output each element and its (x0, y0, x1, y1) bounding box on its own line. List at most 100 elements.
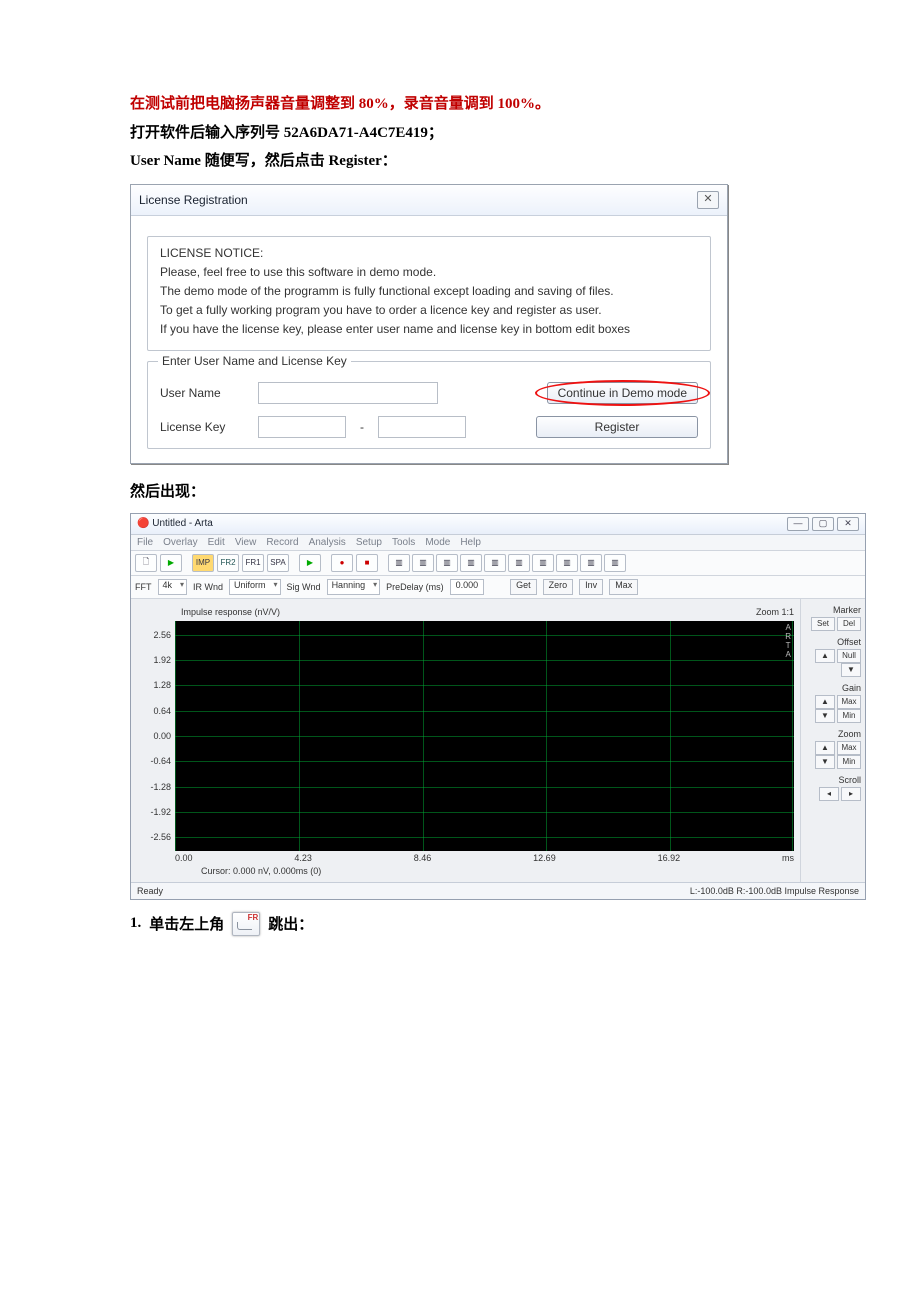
continue-demo-button[interactable]: Continue in Demo mode (547, 382, 698, 404)
scroll-label: Scroll (805, 775, 861, 785)
get-button[interactable]: Get (510, 579, 537, 595)
arta-window: 🔴 Untitled - Arta — ▢ ✕ File Overlay Edi… (130, 513, 866, 900)
tool-icon[interactable]: ▥ (412, 554, 434, 572)
notice-heading: LICENSE NOTICE: (160, 245, 698, 261)
close-icon[interactable]: ✕ (697, 191, 719, 209)
intro-line2a: 打开软件后输入序列号 (130, 125, 284, 141)
sigwnd-label: Sig Wnd (287, 582, 321, 592)
gain-down-icon[interactable]: ▼ (815, 709, 835, 723)
marker-label: Marker (805, 605, 861, 615)
tool-icon[interactable]: ▥ (604, 554, 626, 572)
intro-line3: User Name 随便写，然后点击 Register： (130, 147, 790, 176)
y-tick: -0.64 (150, 756, 171, 766)
intro-line1c: ，录音音量调到 (389, 96, 498, 112)
zero-button[interactable]: Zero (543, 579, 574, 595)
user-name-input[interactable] (258, 382, 438, 404)
status-ready: Ready (137, 886, 163, 896)
gain-up-icon[interactable]: ▲ (815, 695, 835, 709)
serial-number: 52A6DA71-A4C7E419 (284, 125, 428, 141)
offset-down-icon[interactable]: ▼ (841, 663, 861, 677)
toolbar-1: 🗋 ▶ IMP FR2 FR1 SPA ▶ ● ■ ▥ ▥ ▥ ▥ ▥ ▥ ▥ … (131, 551, 865, 576)
license-notice-group: LICENSE NOTICE: Please, feel free to use… (147, 236, 711, 352)
y-tick: -2.56 (150, 832, 171, 842)
tool-icon[interactable]: ▥ (580, 554, 602, 572)
gain-min-button[interactable]: Min (837, 709, 861, 723)
offset-null-button[interactable]: Null (837, 649, 861, 663)
menu-help[interactable]: Help (460, 537, 481, 548)
tool-icon[interactable]: ▥ (436, 554, 458, 572)
toolbar-2: FFT 4k IR Wnd Uniform Sig Wnd Hanning Pr… (131, 576, 865, 599)
irwnd-label: IR Wnd (193, 582, 223, 592)
right-panel: Marker Set Del Offset ▲Null ▼ Gain ▲Max … (800, 599, 865, 882)
zoom-min-button[interactable]: Min (837, 755, 861, 769)
menu-analysis[interactable]: Analysis (309, 537, 346, 548)
credentials-legend: Enter User Name and License Key (158, 354, 351, 368)
y-tick: 1.92 (153, 655, 171, 665)
zoom-up-icon[interactable]: ▲ (815, 741, 835, 755)
tool-icon[interactable]: ▥ (460, 554, 482, 572)
menu-overlay[interactable]: Overlay (163, 537, 197, 548)
tool-icon[interactable]: ▥ (532, 554, 554, 572)
intro-80: 80% (359, 96, 389, 112)
max-button[interactable]: Max (609, 579, 638, 595)
offset-up-icon[interactable]: ▲ (815, 649, 835, 663)
zoom-max-button[interactable]: Max (837, 741, 861, 755)
mode-imp-button[interactable]: IMP (192, 554, 214, 572)
x-tick: 8.46 (414, 853, 432, 863)
scroll-left-icon[interactable]: ◂ (819, 787, 839, 801)
sigwnd-select[interactable]: Hanning (327, 579, 381, 595)
marker-set-button[interactable]: Set (811, 617, 835, 631)
x-tick: 4.23 (294, 853, 312, 863)
menu-mode[interactable]: Mode (425, 537, 450, 548)
zoom-down-icon[interactable]: ▼ (815, 755, 835, 769)
license-dialog: License Registration ✕ LICENSE NOTICE: P… (130, 184, 728, 465)
mode-spa-button[interactable]: SPA (267, 554, 289, 572)
marker-del-button[interactable]: Del (837, 617, 861, 631)
stop-icon[interactable]: ■ (356, 554, 378, 572)
scroll-right-icon[interactable]: ▸ (841, 787, 861, 801)
zoom-label: Zoom (805, 729, 861, 739)
go-icon[interactable]: ▶ (299, 554, 321, 572)
maximize-icon[interactable]: ▢ (812, 517, 834, 531)
y-tick: 0.00 (153, 731, 171, 741)
menu-tools[interactable]: Tools (392, 537, 415, 548)
play-icon[interactable]: ▶ (160, 554, 182, 572)
y-tick: 1.28 (153, 680, 171, 690)
intro-line2b: ； (428, 125, 443, 141)
menu-view[interactable]: View (235, 537, 257, 548)
intro-line1e: 。 (535, 96, 550, 112)
tool-icon[interactable]: ▥ (508, 554, 530, 572)
step1-text-a: 单击左上角 (149, 913, 224, 934)
tool-icon[interactable]: ▥ (556, 554, 578, 572)
new-file-icon[interactable]: 🗋 (135, 554, 157, 572)
plot-title: Impulse response (nV/V) (181, 607, 280, 617)
mode-fr2-button[interactable]: FR2 (217, 554, 239, 572)
irwnd-select[interactable]: Uniform (229, 579, 281, 595)
menu-edit[interactable]: Edit (208, 537, 225, 548)
tool-icon[interactable]: ▥ (388, 554, 410, 572)
license-key-input-2[interactable] (378, 416, 466, 438)
mode-fr1-button[interactable]: FR1 (242, 554, 264, 572)
fft-select[interactable]: 4k (158, 579, 188, 595)
impulse-plot[interactable]: ARTA (175, 621, 794, 851)
y-tick: 0.64 (153, 706, 171, 716)
menu-setup[interactable]: Setup (356, 537, 382, 548)
register-button[interactable]: Register (536, 416, 698, 438)
menu-record[interactable]: Record (266, 537, 298, 548)
credentials-group: Enter User Name and License Key User Nam… (147, 361, 711, 449)
tool-icon[interactable]: ▥ (484, 554, 506, 572)
x-tick: 12.69 (533, 853, 556, 863)
predelay-value[interactable]: 0.000 (450, 579, 485, 595)
cursor-readout: Cursor: 0.000 nV, 0.000ms (0) (201, 865, 794, 880)
record-icon[interactable]: ● (331, 554, 353, 572)
menu-file[interactable]: File (137, 537, 153, 548)
license-key-input-1[interactable] (258, 416, 346, 438)
gain-max-button[interactable]: Max (837, 695, 861, 709)
predelay-label: PreDelay (ms) (386, 582, 444, 592)
inv-button[interactable]: Inv (579, 579, 603, 595)
license-key-label: License Key (160, 420, 244, 434)
step1-number: 1. (130, 915, 141, 932)
close-icon[interactable]: ✕ (837, 517, 859, 531)
intro-100: 100% (498, 96, 536, 112)
minimize-icon[interactable]: — (787, 517, 809, 531)
